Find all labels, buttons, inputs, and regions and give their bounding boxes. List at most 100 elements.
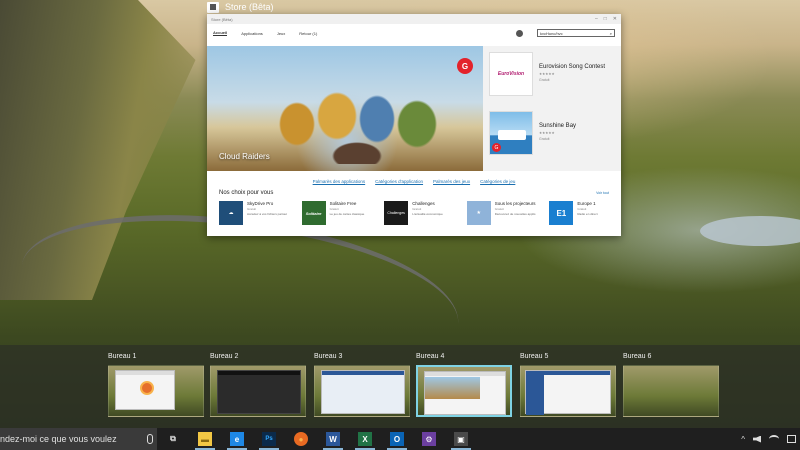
- pick-item[interactable]: Solitaire Solitaire Free Gratuit Le jeu …: [301, 201, 372, 225]
- picks-heading: Nos choix pour vous: [219, 190, 274, 196]
- hero-banner[interactable]: G Cloud Raiders: [207, 46, 483, 171]
- window-caption-label: Store (Bêta): [225, 2, 274, 12]
- featured-item[interactable]: G Sunshine Bay ★★★★★ Gratuit: [489, 111, 615, 167]
- link-top-games[interactable]: Palmarès des jeux: [433, 179, 470, 184]
- featured-item-name: Eurovision Song Contest: [539, 64, 606, 70]
- word-icon: W: [326, 432, 340, 446]
- nav-tab-downloads[interactable]: Retour (1): [299, 31, 317, 36]
- store-titlebar: Store (Bêta) – □ ✕: [207, 14, 621, 24]
- pick-price: Gratuit: [494, 207, 504, 211]
- user-avatar-icon[interactable]: [516, 29, 523, 37]
- pick-name: Challenges: [412, 201, 435, 206]
- desktop-preview: [108, 365, 204, 417]
- window-preview: [321, 370, 405, 414]
- pick-name: SkyDrive Pro: [247, 201, 274, 206]
- taskbar-app-firefox[interactable]: ●: [285, 428, 317, 450]
- desktop-label: Bureau 6: [623, 353, 652, 360]
- store-icon: ▣: [454, 432, 468, 446]
- window-preview: [525, 370, 611, 415]
- featured-item-name: Sunshine Bay: [539, 123, 577, 129]
- pick-item[interactable]: Challenges Challenges Gratuit L'actualit…: [384, 201, 454, 225]
- firefox-icon: ●: [294, 432, 308, 446]
- taskbar-app-word[interactable]: W: [317, 428, 349, 450]
- desktop-label: Bureau 5: [520, 353, 549, 360]
- taskbar-app-edge[interactable]: e: [221, 428, 253, 450]
- spotlight-app-icon: ★: [466, 201, 491, 225]
- pick-item[interactable]: E1 Europe 1 Gratuit Radio en direct: [549, 201, 619, 225]
- pick-price: Gratuit: [247, 207, 257, 211]
- store-titlebar-label: Store (Bêta): [211, 16, 233, 22]
- featured-item[interactable]: EuroVision Eurovision Song Contest ★★★★★…: [489, 52, 615, 108]
- close-icon[interactable]: ✕: [613, 16, 617, 22]
- store-bag-icon: [207, 1, 219, 13]
- edge-browser-icon: e: [230, 432, 244, 446]
- volume-icon[interactable]: [753, 435, 761, 443]
- desktop-label: Bureau 4: [416, 353, 445, 360]
- microphone-icon[interactable]: [147, 434, 153, 444]
- desktop-thumbnail-6[interactable]: Bureau 6: [623, 353, 719, 417]
- minimize-icon[interactable]: –: [595, 16, 598, 22]
- cortana-search-box[interactable]: ndez-moi ce que vous voulez: [0, 428, 157, 450]
- pick-item[interactable]: ☁ SkyDrive Pro Gratuit Accédez à vos fic…: [219, 201, 289, 225]
- desktop-preview: [416, 365, 512, 417]
- desktop-preview: [623, 365, 719, 417]
- featured-side-panel: EuroVision Eurovision Song Contest ★★★★★…: [483, 46, 621, 171]
- pick-description: Radio en direct: [577, 212, 598, 216]
- window-caption[interactable]: Store (Bêta): [207, 0, 274, 14]
- pick-price: Gratuit: [577, 207, 587, 211]
- desktop-label: Bureau 2: [210, 353, 239, 360]
- see-all-link[interactable]: Voir tout: [596, 191, 609, 195]
- desktop-thumbnail-1[interactable]: Bureau 1: [108, 353, 204, 417]
- pick-description: Découvrez de nouvelles applis: [494, 212, 536, 216]
- task-view-icon: ⧉: [170, 434, 176, 443]
- taskbar-app-explorer[interactable]: ▬: [189, 428, 221, 450]
- action-center-icon[interactable]: [787, 435, 796, 443]
- taskbar-app-photoshop[interactable]: Ps: [253, 428, 285, 450]
- window-preview: [424, 371, 506, 415]
- pick-description: L'actualité économique: [412, 212, 443, 216]
- featured-item-price: Gratuit: [539, 78, 550, 82]
- nav-tab-home[interactable]: Accueil: [213, 30, 228, 36]
- taskbar-app-settings[interactable]: ⚙: [413, 428, 445, 450]
- category-links: Palmarès des applications Catégories d'a…: [207, 171, 621, 191]
- pick-price: Gratuit: [412, 207, 422, 211]
- store-search-input[interactable]: kvcHunc/hvc ⌕: [537, 29, 615, 37]
- search-icon[interactable]: ⌕: [610, 31, 612, 36]
- featured-item-rating: ★★★★★: [539, 72, 555, 76]
- photoshop-icon: Ps: [262, 432, 276, 446]
- nav-tab-apps[interactable]: Applications: [241, 31, 263, 36]
- eurovision-logo-icon: EuroVision: [489, 52, 533, 96]
- window-preview: [217, 370, 301, 414]
- system-tray: ^: [741, 428, 796, 450]
- featured-item-rating: ★★★★★: [539, 131, 555, 135]
- pick-item[interactable]: ★ Sous les projecteurs Gratuit Découvrez…: [466, 201, 537, 225]
- hero-title: Cloud Raiders: [219, 152, 270, 161]
- taskbar-app-outlook[interactable]: O: [381, 428, 413, 450]
- desktop-preview: [210, 365, 306, 417]
- task-view-button[interactable]: ⧉: [157, 428, 189, 450]
- link-top-apps[interactable]: Palmarès des applications: [313, 179, 366, 184]
- hero-artwork: [267, 74, 457, 164]
- nav-tab-games[interactable]: Jeux: [277, 31, 285, 36]
- desktop-thumbnail-4[interactable]: Bureau 4: [416, 353, 512, 417]
- gameloft-logo-icon: G: [457, 58, 473, 74]
- link-app-categories[interactable]: Catégories d'application: [375, 179, 423, 184]
- europe1-app-icon: E1: [549, 201, 574, 225]
- desktop-preview: [314, 365, 410, 417]
- desktop-thumbnail-3[interactable]: Bureau 3: [314, 353, 410, 417]
- taskbar-app-excel[interactable]: X: [349, 428, 381, 450]
- cortana-search-text: ndez-moi ce que vous voulez: [0, 434, 117, 444]
- taskbar-app-store[interactable]: ▣: [445, 428, 477, 450]
- desktop-thumbnail-2[interactable]: Bureau 2: [210, 353, 306, 417]
- pick-description: Le jeu de cartes classique: [329, 212, 365, 216]
- link-game-categories[interactable]: Catégories de jeu: [480, 179, 515, 184]
- maximize-icon[interactable]: □: [604, 16, 607, 22]
- settings-icon: ⚙: [422, 432, 436, 446]
- show-hidden-icons-icon[interactable]: ^: [741, 435, 745, 444]
- window-preview: [115, 370, 175, 410]
- desktop-label: Bureau 3: [314, 353, 343, 360]
- store-window[interactable]: Store (Bêta) – □ ✕ Accueil Applications …: [207, 14, 621, 236]
- wifi-icon[interactable]: [769, 435, 779, 443]
- desktop-thumbnail-5[interactable]: Bureau 5: [520, 353, 616, 417]
- store-search-value: kvcHunc/hvc: [540, 30, 563, 36]
